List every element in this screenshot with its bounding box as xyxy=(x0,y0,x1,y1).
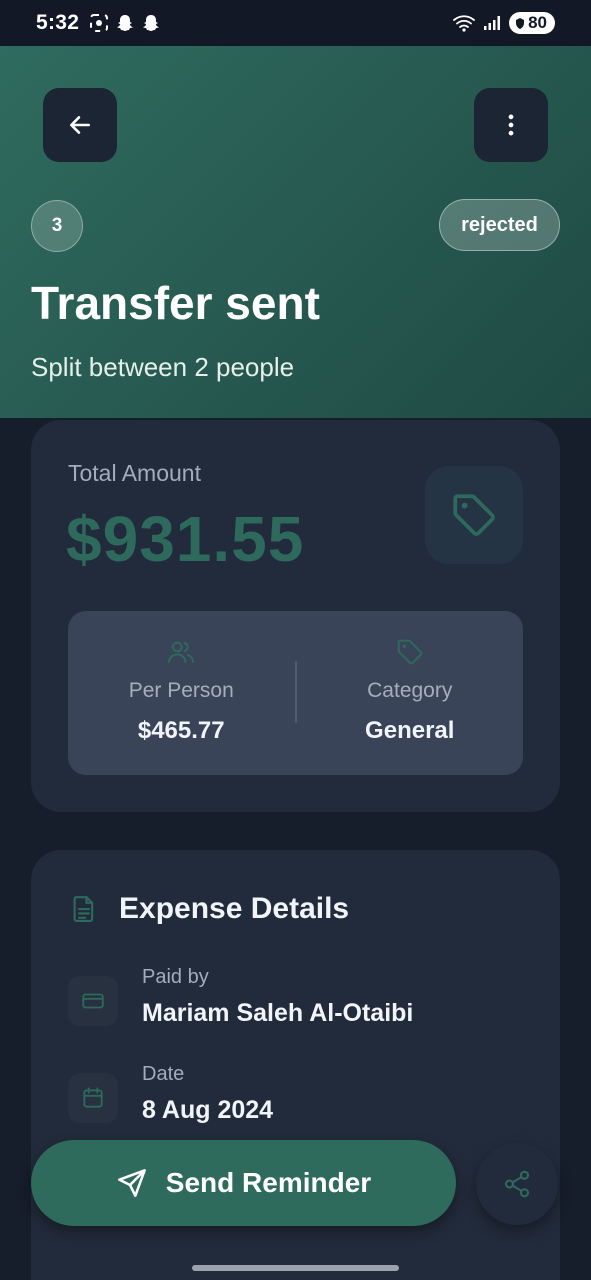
document-icon xyxy=(73,896,94,922)
send-reminder-label: Send Reminder xyxy=(165,1167,372,1198)
battery-level: 80 xyxy=(528,13,547,32)
send-icon xyxy=(117,1169,146,1197)
status-time: 5:32 xyxy=(36,11,80,34)
snapchat-icon xyxy=(143,15,160,31)
header: 3 rejected Transfer sent Split between 2… xyxy=(0,46,591,418)
wifi-icon xyxy=(453,15,475,32)
status-left: 5:32 xyxy=(36,11,161,35)
date-row: Date 8 Aug 2024 xyxy=(68,1063,273,1125)
date-text: Date 8 Aug 2024 xyxy=(142,1063,273,1125)
users-icon xyxy=(168,641,195,663)
tag-icon xyxy=(453,494,495,536)
share-icon xyxy=(504,1170,530,1198)
paid-by-row: Paid by Mariam Saleh Al-Otaibi xyxy=(68,966,413,1028)
per-person-value: $465.77 xyxy=(137,717,225,744)
screenshot-icon xyxy=(90,14,109,32)
total-amount-value: $931.55 xyxy=(66,503,305,575)
notification-icons xyxy=(89,13,161,33)
signal-icon xyxy=(484,16,501,30)
credit-card-icon xyxy=(82,993,104,1009)
paid-by-icon-tile xyxy=(68,976,118,1026)
total-amount-label: Total Amount xyxy=(68,460,201,486)
category-stat: Category General xyxy=(297,611,524,775)
category-tile xyxy=(425,466,523,564)
status-bar: 5:32 80 xyxy=(0,0,591,46)
page-subtitle: Split between 2 people xyxy=(31,352,295,382)
more-vertical-icon xyxy=(508,114,514,136)
arrow-left-icon xyxy=(70,116,90,134)
paid-by-label: Paid by xyxy=(142,966,209,988)
home-indicator[interactable] xyxy=(192,1265,399,1271)
count-badge: 3 xyxy=(31,200,83,252)
status-badge: rejected xyxy=(439,199,560,251)
category-value: General xyxy=(365,717,455,744)
paid-by-text: Paid by Mariam Saleh Al-Otaibi xyxy=(142,966,413,1028)
more-options-button[interactable] xyxy=(474,88,548,162)
per-person-stat: Per Person $465.77 xyxy=(68,611,295,775)
status-right: 80 xyxy=(453,12,555,34)
send-reminder-button[interactable]: Send Reminder xyxy=(31,1140,456,1226)
details-header: Expense Details xyxy=(69,892,349,926)
date-icon-tile xyxy=(68,1073,118,1123)
date-label: Date xyxy=(142,1063,185,1085)
page-title: Transfer sent xyxy=(31,277,320,329)
paid-by-value: Mariam Saleh Al-Otaibi xyxy=(142,999,414,1027)
amount-card: Total Amount $931.55 Per Person $465.77 … xyxy=(31,420,560,812)
date-value: 8 Aug 2024 xyxy=(142,1096,274,1124)
stats-box: Per Person $465.77 Category General xyxy=(68,611,523,775)
per-person-label: Per Person xyxy=(128,679,234,702)
tag-icon xyxy=(397,639,423,665)
battery-saver-icon xyxy=(516,18,525,29)
share-button[interactable] xyxy=(476,1143,558,1225)
calendar-icon xyxy=(83,1087,103,1108)
category-label: Category xyxy=(367,679,453,702)
back-button[interactable] xyxy=(43,88,117,162)
battery-indicator: 80 xyxy=(509,12,555,34)
snapchat-icon xyxy=(117,15,134,31)
details-title: Expense Details xyxy=(119,892,350,925)
